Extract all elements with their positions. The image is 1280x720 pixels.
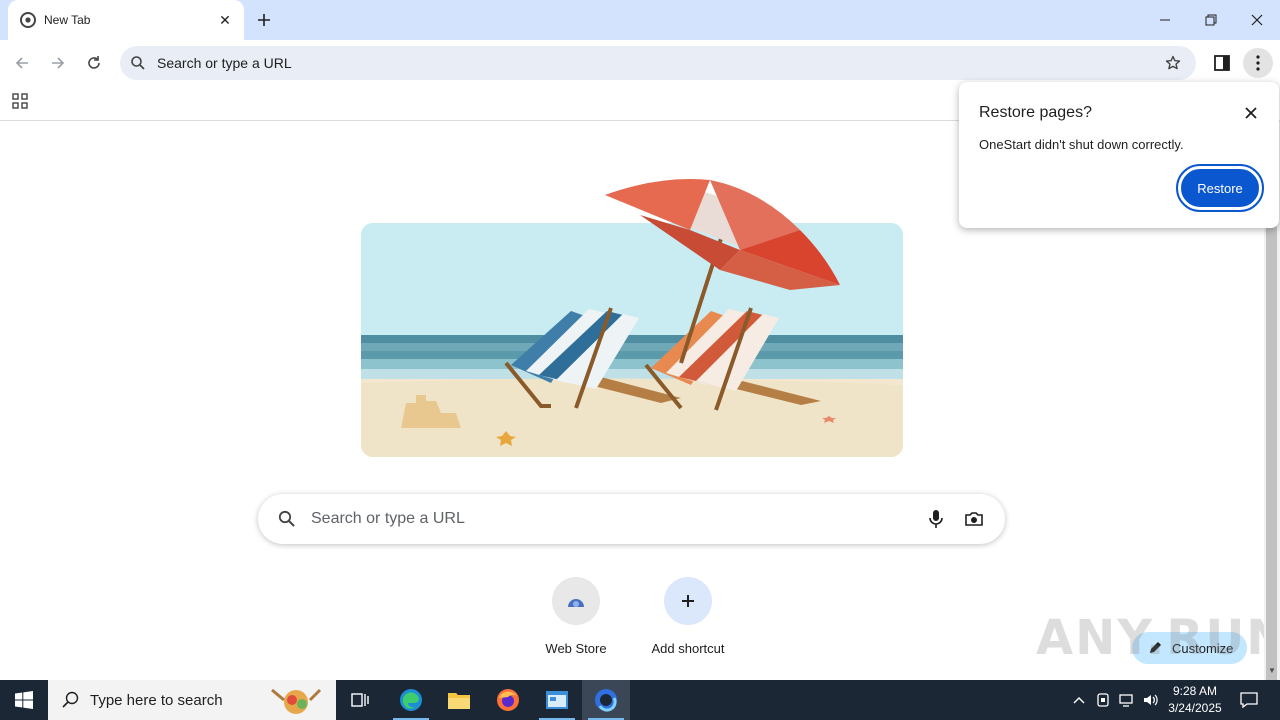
- watermark: ANY.RUN: [1036, 610, 1280, 666]
- reload-icon: [88, 56, 100, 69]
- folder-icon: [448, 693, 470, 709]
- tab-title: New Tab: [44, 13, 91, 27]
- taskbar-firefox[interactable]: [484, 680, 532, 720]
- search-icon: [278, 510, 296, 528]
- web-store-icon: [552, 577, 600, 625]
- back-arrow-icon: [15, 57, 28, 69]
- restore-pages-dialog: Restore pages? OneStart didn't shut down…: [959, 82, 1279, 228]
- tab-close-icon[interactable]: ✕: [216, 11, 234, 29]
- forward-button[interactable]: [43, 48, 73, 78]
- dialog-title: Restore pages?: [979, 104, 1092, 121]
- minimize-button[interactable]: [1142, 0, 1188, 40]
- image-search-button[interactable]: [961, 506, 987, 532]
- restore-button[interactable]: Restore: [1176, 164, 1264, 212]
- firefox-icon: [497, 689, 519, 711]
- omnibox[interactable]: Search or type a URL: [120, 46, 1196, 80]
- onestart-icon: [595, 689, 617, 712]
- taskbar-search-text: Type here to search: [90, 691, 223, 709]
- side-panel-icon: [1214, 55, 1230, 71]
- camera-icon: [965, 512, 983, 526]
- taskbar-file-explorer[interactable]: [435, 680, 483, 720]
- app-window-icon: [546, 691, 568, 709]
- clock-time: 9:28 AM: [1172, 684, 1218, 698]
- shortcut-label: Web Store: [545, 641, 607, 656]
- back-button[interactable]: [7, 48, 37, 78]
- volume-icon[interactable]: [1141, 690, 1161, 710]
- search-highlight-icon: [271, 688, 322, 714]
- clock-date: 3/24/2025: [1168, 701, 1222, 715]
- edge-browser-icon: [400, 689, 422, 711]
- notification-icon: [1240, 692, 1258, 708]
- close-icon: [1251, 14, 1263, 26]
- shortcut-web-store[interactable]: Web Store: [520, 577, 632, 656]
- task-view-button[interactable]: [336, 680, 384, 720]
- bookmark-star-button[interactable]: [1158, 48, 1188, 78]
- tray-chevron-up-icon[interactable]: [1069, 690, 1089, 710]
- taskbar-clock[interactable]: 9:28 AM 3/24/2025: [1164, 683, 1226, 717]
- umbrella-illustration: [600, 170, 850, 370]
- apps-grid-icon: [12, 93, 28, 109]
- forward-arrow-icon: [52, 57, 65, 69]
- reload-button[interactable]: [79, 48, 109, 78]
- taskbar: Type here to search 9:28 AM 3/24/2025: [0, 680, 1280, 720]
- restore-window-button[interactable]: [1188, 0, 1234, 40]
- close-icon: [1245, 107, 1257, 119]
- tab-new-tab[interactable]: New Tab ✕: [8, 0, 244, 40]
- scroll-down-arrow-icon[interactable]: ▼: [1268, 666, 1276, 675]
- start-button[interactable]: [0, 680, 48, 720]
- task-view-icon: [351, 693, 369, 707]
- search-icon: [62, 691, 79, 708]
- taskbar-edge[interactable]: [387, 680, 435, 720]
- windows-logo-icon: [15, 691, 33, 709]
- plus-icon: [664, 577, 712, 625]
- restore-window-icon: [1205, 14, 1217, 26]
- menu-button[interactable]: [1243, 48, 1273, 78]
- apps-button[interactable]: [10, 91, 30, 111]
- tab-strip: New Tab ✕: [0, 0, 1280, 40]
- new-tab-button[interactable]: [252, 8, 276, 32]
- search-box[interactable]: [258, 494, 1005, 544]
- shortcut-label: Add shortcut: [651, 641, 725, 656]
- star-icon: [1165, 55, 1181, 70]
- microphone-icon: [929, 510, 943, 528]
- search-input[interactable]: [311, 510, 923, 528]
- minimize-icon: [1160, 19, 1170, 21]
- close-window-button[interactable]: [1234, 0, 1280, 40]
- dialog-close-button[interactable]: [1241, 103, 1261, 123]
- scroll-thumb[interactable]: [1266, 226, 1277, 720]
- taskbar-onestart[interactable]: [582, 680, 630, 720]
- taskbar-app-window[interactable]: [533, 680, 581, 720]
- taskbar-search[interactable]: Type here to search: [48, 680, 336, 720]
- omnibox-text: Search or type a URL: [157, 55, 292, 71]
- kebab-menu-icon: [1256, 55, 1260, 71]
- voice-search-button[interactable]: [923, 506, 949, 532]
- network-icon[interactable]: [1117, 690, 1137, 710]
- tray-device-icon[interactable]: [1093, 690, 1113, 710]
- shortcut-add[interactable]: Add shortcut: [632, 577, 744, 656]
- search-icon: [130, 55, 146, 71]
- notification-button[interactable]: [1234, 680, 1264, 720]
- toolbar: Search or type a URL: [0, 40, 1280, 86]
- browser-favicon-icon: [20, 12, 36, 28]
- side-panel-button[interactable]: [1207, 48, 1237, 78]
- dialog-message: OneStart didn't shut down correctly.: [979, 137, 1184, 152]
- plus-icon: [258, 14, 270, 26]
